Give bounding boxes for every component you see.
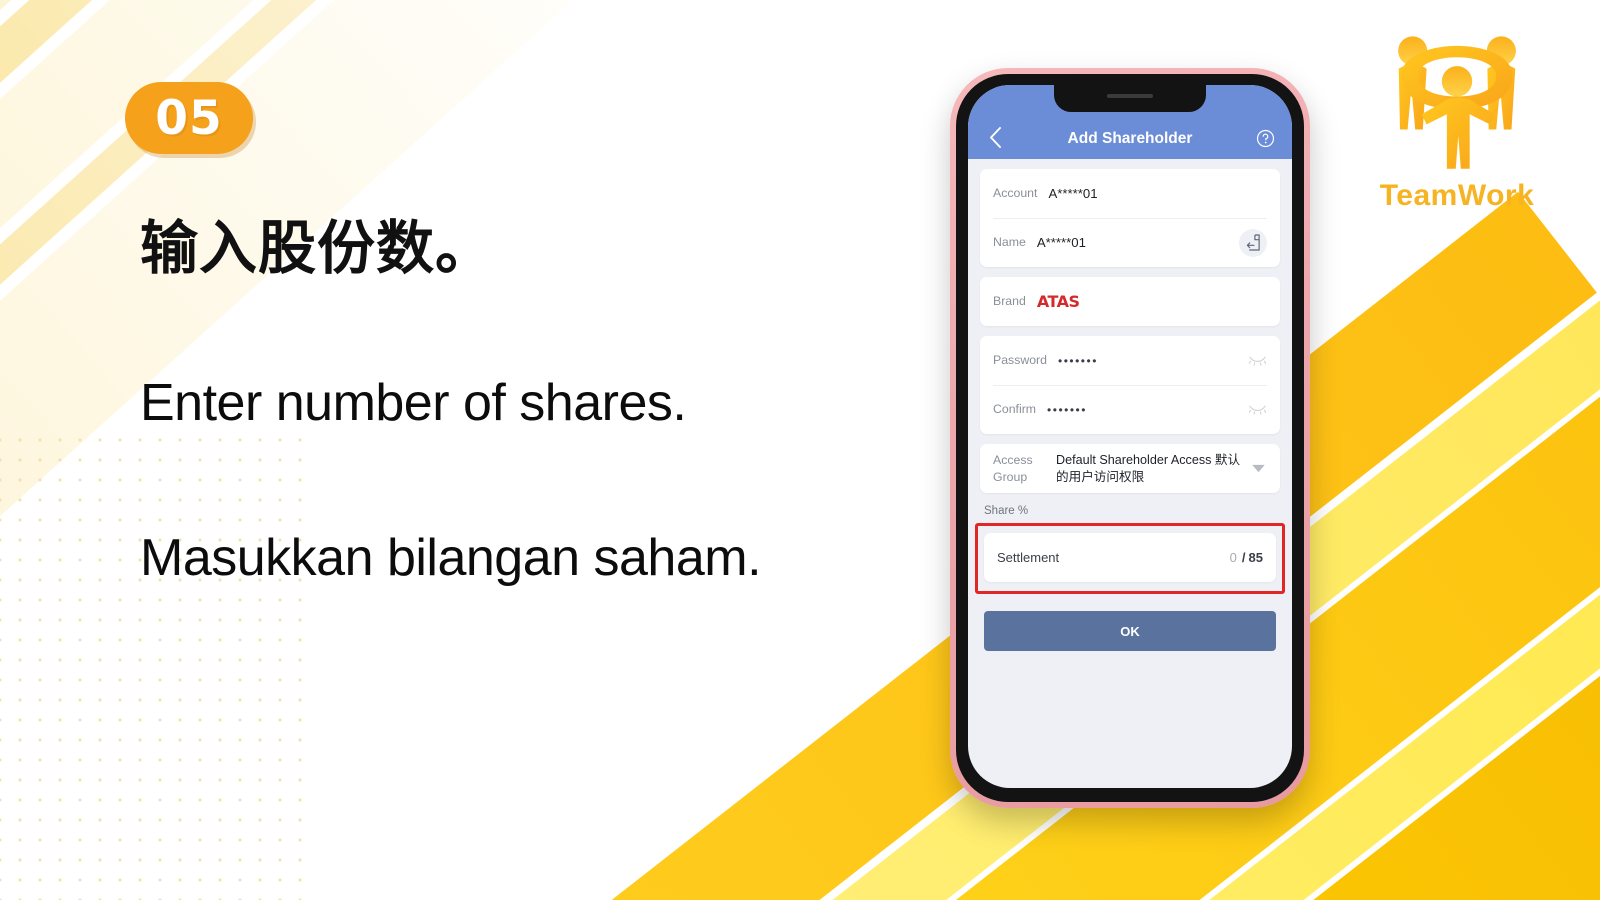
name-label: Name [993, 235, 1026, 250]
teamwork-logo: TeamWork [1362, 18, 1552, 213]
settlement-value[interactable]: 0 [1230, 550, 1237, 565]
phone-screen: Add Shareholder Account A*****01 Name A*… [968, 85, 1292, 788]
phone-notch [1054, 85, 1206, 112]
instruction-line-malay: Masukkan bilangan saham. [140, 529, 762, 588]
teamwork-logo-text: TeamWork [1379, 179, 1535, 212]
app-form: Account A*****01 Name A*****01 Brand ATA… [968, 159, 1292, 651]
settlement-card: Settlement 0 / 85 [984, 533, 1276, 582]
confirm-value: ••••••• [1047, 402, 1087, 417]
account-value: A*****01 [1048, 186, 1098, 201]
confirm-row[interactable]: Confirm ••••••• [980, 385, 1280, 434]
chevron-left-icon[interactable] [982, 127, 1008, 148]
settlement-highlight-box: Settlement 0 / 85 [975, 523, 1285, 594]
phone-mockup: Add Shareholder Account A*****01 Name A*… [950, 68, 1310, 808]
chevron-down-icon[interactable] [1249, 464, 1267, 473]
step-number-badge: 05 [125, 82, 253, 154]
instruction-copy: 输入股份数。 Enter number of shares. Masukkan … [140, 215, 940, 589]
instruction-line-chinese: 输入股份数。 [140, 214, 495, 282]
step-number-text: 05 [155, 90, 223, 146]
import-document-icon[interactable] [1239, 228, 1267, 257]
instruction-line-english: Enter number of shares. [140, 373, 687, 432]
access-group-value: Default Shareholder Access 默认的用户访问权限 [1056, 452, 1241, 484]
access-group-label: Access Group [993, 452, 1033, 484]
atas-brand-logo: ATAS [1036, 292, 1080, 311]
teamwork-people-circle-icon [1381, 18, 1533, 175]
account-row[interactable]: Account A*****01 [980, 169, 1280, 218]
share-percent-label: Share % [984, 505, 1029, 517]
password-label: Password [993, 353, 1047, 368]
phone-frame: Add Shareholder Account A*****01 Name A*… [950, 68, 1310, 808]
brand-label: Brand [993, 294, 1026, 309]
eye-slash-icon[interactable] [1247, 404, 1267, 415]
access-group-row[interactable]: Access Group Default Shareholder Access … [980, 444, 1280, 493]
eye-slash-icon[interactable] [1247, 355, 1267, 366]
identity-card: Account A*****01 Name A*****01 [980, 169, 1280, 267]
password-row[interactable]: Password ••••••• [980, 336, 1280, 385]
settlement-separator: / [1241, 550, 1246, 565]
name-row[interactable]: Name A*****01 [980, 218, 1280, 267]
phone-bezel: Add Shareholder Account A*****01 Name A*… [956, 74, 1304, 802]
ok-button[interactable]: OK [984, 611, 1276, 651]
name-value: A*****01 [1036, 235, 1086, 250]
brand-row[interactable]: Brand ATAS [980, 277, 1280, 326]
confirm-label: Confirm [993, 402, 1037, 417]
question-circle-icon[interactable] [1252, 129, 1278, 148]
access-group-card: Access Group Default Shareholder Access … [980, 444, 1280, 493]
settlement-total: 85 [1248, 550, 1263, 565]
brand-card: Brand ATAS [980, 277, 1280, 326]
credentials-card: Password ••••••• Confirm ••••••• [980, 336, 1280, 434]
app-title: Add Shareholder [1067, 130, 1193, 147]
account-label: Account [993, 186, 1038, 201]
settlement-row[interactable]: Settlement 0 / 85 [984, 533, 1276, 582]
settlement-label: Settlement [997, 549, 1060, 565]
earpiece-speaker [1107, 94, 1153, 98]
password-value: ••••••• [1058, 353, 1098, 368]
